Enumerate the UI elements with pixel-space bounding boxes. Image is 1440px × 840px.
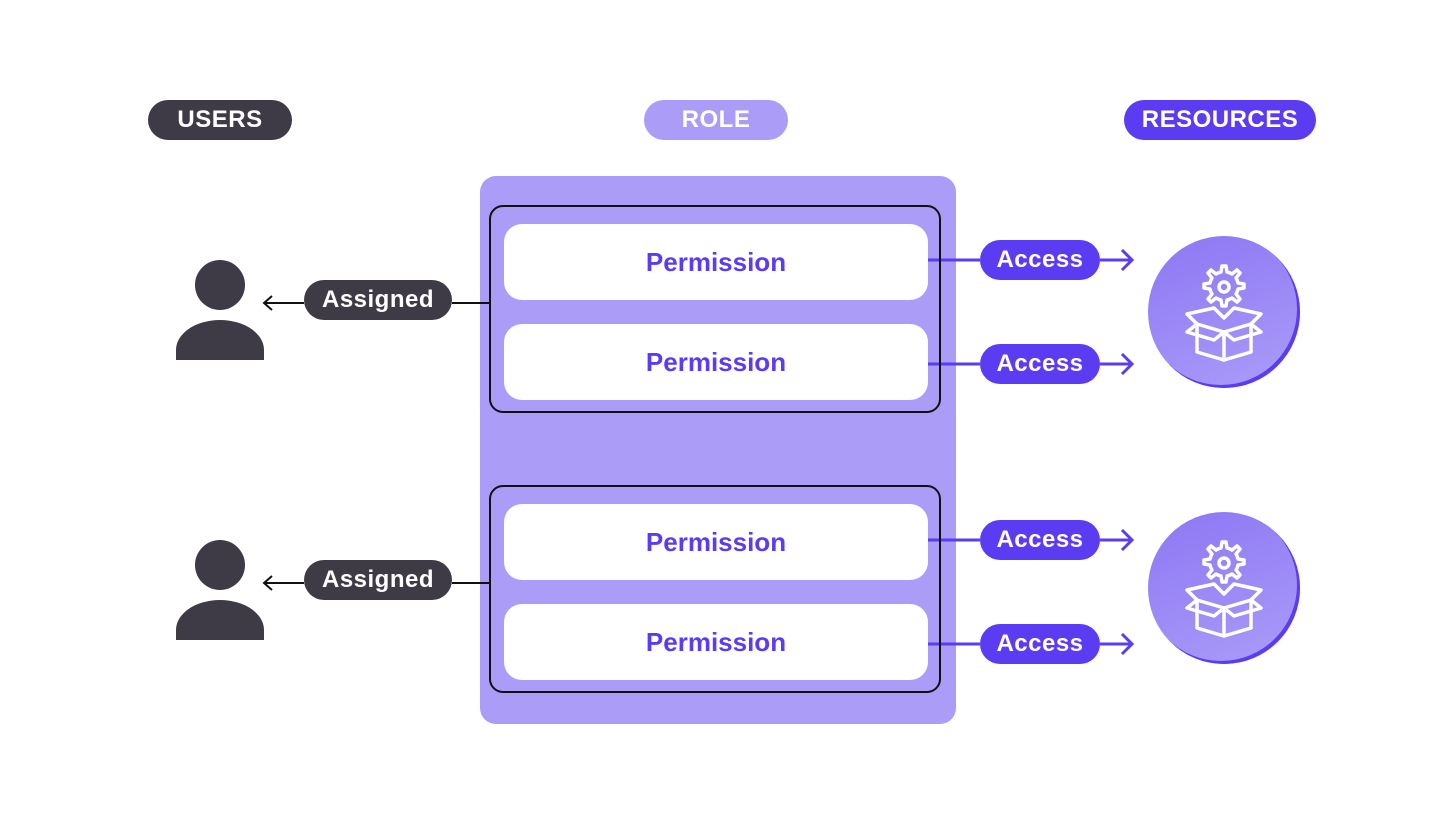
gear-box-icon	[1185, 540, 1263, 638]
gear-box-icon	[1185, 264, 1263, 362]
permission-box[interactable]: Permission	[504, 224, 928, 300]
access-label: Access	[980, 520, 1100, 560]
permission-box[interactable]: Permission	[504, 324, 928, 400]
access-label: Access	[980, 344, 1100, 384]
access-label: Access	[980, 240, 1100, 280]
connector-lines	[176, 248, 1135, 656]
access-label: Access	[980, 624, 1100, 664]
permission-box[interactable]: Permission	[504, 504, 928, 580]
resource-node-2[interactable]	[1148, 512, 1300, 664]
assigned-label: Assigned	[304, 560, 452, 600]
permission-box[interactable]: Permission	[504, 604, 928, 680]
user-icon	[176, 540, 264, 640]
user-icon	[176, 260, 264, 360]
resource-node-1[interactable]	[1148, 236, 1300, 388]
assigned-label: Assigned	[304, 280, 452, 320]
